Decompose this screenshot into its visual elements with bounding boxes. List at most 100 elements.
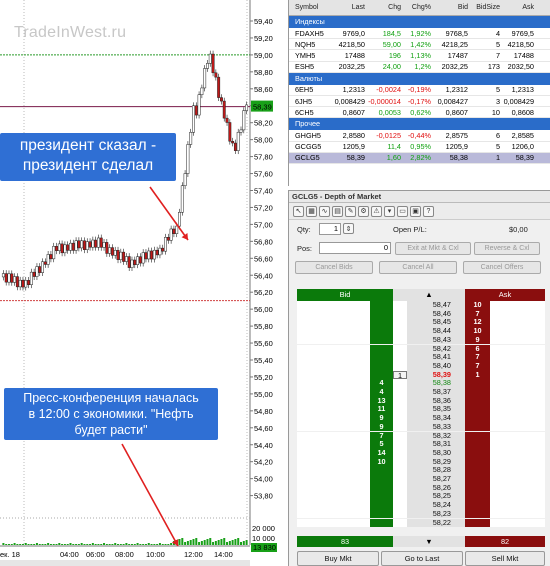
ask-order-cell[interactable] — [490, 344, 545, 354]
bid-order-cell[interactable] — [297, 457, 370, 467]
bid-size-cell[interactable] — [370, 327, 393, 336]
bid-size-cell[interactable] — [370, 475, 393, 484]
col-header-bidsize[interactable]: BidSize — [468, 4, 500, 11]
last-size-cell[interactable] — [393, 466, 407, 475]
last-size-cell[interactable] — [393, 440, 407, 449]
bid-order-cell[interactable] — [297, 379, 370, 388]
qty-input[interactable]: 1 — [319, 223, 341, 235]
last-size-cell[interactable] — [393, 318, 407, 328]
ask-size-cell[interactable] — [465, 475, 490, 484]
qty-stepper-icon[interactable]: ⇕ — [343, 223, 354, 234]
ask-order-cell[interactable] — [490, 492, 545, 502]
bid-size-cell[interactable] — [370, 335, 393, 345]
last-size-cell[interactable] — [393, 457, 407, 467]
quote-row[interactable]: 6EH5 1,2313 -0,0024 -0,19% 1,2312 5 1,2313 — [289, 85, 550, 96]
bid-size-cell[interactable] — [370, 492, 393, 502]
ask-order-cell[interactable] — [490, 518, 545, 528]
col-header-symbol[interactable]: Symbol — [289, 4, 325, 11]
bid-size-cell[interactable] — [370, 301, 393, 310]
ask-order-cell[interactable] — [490, 327, 545, 336]
ask-order-cell[interactable] — [490, 466, 545, 475]
last-size-cell[interactable] — [393, 301, 407, 310]
bid-size-cell[interactable] — [370, 361, 393, 371]
price-scroll-down[interactable]: ▼ — [393, 536, 465, 547]
ask-size-cell[interactable] — [465, 457, 490, 467]
book-icon[interactable]: ▤ — [332, 205, 343, 217]
ladder-row[interactable]: 58,47 10 — [297, 300, 545, 310]
bid-order-cell[interactable] — [297, 405, 370, 415]
last-size-cell[interactable] — [393, 509, 407, 519]
bid-order-cell[interactable] — [297, 518, 370, 528]
price-chart-panel[interactable]: 59,4059,2059,0058,8058,6058,4058,2058,00… — [0, 0, 280, 566]
bid-order-cell[interactable] — [297, 318, 370, 328]
ladder-row[interactable]: 11 58,35 — [297, 405, 545, 415]
buy-mkt-button[interactable]: Buy Mkt — [297, 551, 379, 566]
go-to-last-button[interactable]: Go to Last — [381, 551, 463, 566]
grid-icon[interactable]: ▦ — [306, 205, 317, 217]
ask-size-cell[interactable] — [465, 518, 490, 528]
bid-order-cell[interactable] — [297, 353, 370, 362]
bid-order-cell[interactable] — [297, 301, 370, 310]
last-size-cell[interactable] — [393, 475, 407, 484]
price-ladder[interactable]: 58,47 10 58,46 7 58,45 12 58,44 10 58,43 9 58,42 6 5… — [297, 300, 545, 535]
bid-order-cell[interactable] — [297, 466, 370, 475]
ask-size-cell[interactable] — [465, 422, 490, 432]
bid-size-cell[interactable] — [370, 318, 393, 328]
ask-size-cell[interactable] — [465, 492, 490, 502]
bid-size-cell[interactable] — [370, 309, 393, 319]
bid-order-cell[interactable] — [297, 509, 370, 519]
ask-size-cell[interactable] — [465, 509, 490, 519]
reverse-button[interactable]: Reverse & Cxl — [474, 242, 540, 255]
ask-size-cell[interactable] — [465, 466, 490, 475]
bid-size-cell[interactable] — [370, 466, 393, 475]
last-size-cell[interactable] — [393, 448, 407, 458]
bid-order-cell[interactable] — [297, 361, 370, 371]
ask-order-cell[interactable] — [490, 370, 545, 380]
last-size-cell[interactable] — [393, 422, 407, 432]
last-size-cell[interactable] — [393, 388, 407, 397]
exit-at-mkt-button[interactable]: Exit at Mkt & Cxl — [395, 242, 471, 255]
quote-row[interactable]: FDAXH5 9769,0 184,5 1,92% 9768,5 4 9769,5 — [289, 28, 550, 40]
quote-row[interactable]: ESH5 2032,25 24,00 1,2% 2032,25 173 2032,50 — [289, 62, 550, 73]
quote-board[interactable]: Symbol Last Chg Chg% Bid BidSize Ask Инд… — [288, 0, 550, 186]
ask-size-cell[interactable]: 1 — [465, 370, 490, 380]
quote-row[interactable]: 6JH5 0,008429 -0,000014 -0,17% 0,008427 3 0,00… — [289, 96, 550, 108]
quote-row[interactable]: GCGG5 1205,9 11,4 0,95% 1205,9 5 1206,0 — [289, 142, 550, 153]
help-icon[interactable]: ? — [423, 205, 434, 217]
bid-order-cell[interactable] — [297, 344, 370, 354]
ask-order-cell[interactable] — [490, 301, 545, 310]
col-header-bid[interactable]: Bid — [431, 4, 468, 11]
last-size-cell[interactable] — [393, 309, 407, 319]
ladder-row[interactable]: 58,26 — [297, 483, 545, 493]
bid-size-cell[interactable] — [370, 501, 393, 510]
chart-icon[interactable]: ∿ — [319, 205, 330, 217]
bid-size-cell[interactable] — [370, 483, 393, 493]
ask-order-cell[interactable] — [490, 509, 545, 519]
ask-order-cell[interactable] — [490, 396, 545, 406]
last-size-cell[interactable]: 1 — [393, 370, 407, 379]
ask-size-cell[interactable] — [465, 396, 490, 406]
sell-mkt-button[interactable]: Sell Mkt — [465, 551, 545, 566]
layout-icon[interactable]: ▣ — [410, 205, 421, 217]
ladder-row[interactable]: 58,42 6 — [297, 344, 545, 354]
ladder-row[interactable]: 9 58,33 — [297, 422, 545, 432]
bid-size-cell[interactable]: 10 — [370, 457, 393, 467]
ask-order-cell[interactable] — [490, 422, 545, 432]
ask-size-cell[interactable] — [465, 448, 490, 458]
ladder-row[interactable]: 58,22 — [297, 518, 545, 528]
ladder-row[interactable]: 1 58,39 1 — [297, 370, 545, 380]
last-size-cell[interactable] — [393, 353, 407, 362]
ask-order-cell[interactable] — [490, 309, 545, 319]
last-size-cell[interactable] — [393, 335, 407, 345]
ladder-row[interactable]: 5 58,31 — [297, 439, 545, 449]
ladder-row[interactable]: 7 58,32 — [297, 431, 545, 441]
ladder-row[interactable]: 58,46 7 — [297, 309, 545, 319]
bid-size-cell[interactable] — [370, 353, 393, 362]
bid-order-cell[interactable] — [297, 388, 370, 397]
ask-order-cell[interactable] — [490, 405, 545, 415]
quote-row[interactable]: GHGH5 2,8580 -0,0125 -0,44% 2,8575 6 2,8585 — [289, 130, 550, 142]
ask-order-cell[interactable] — [490, 379, 545, 388]
ask-order-cell[interactable] — [490, 501, 545, 510]
bid-order-cell[interactable] — [297, 309, 370, 319]
quote-row[interactable]: 6CH5 0,8607 0,0053 0,62% 0,8607 10 0,8608 — [289, 107, 550, 119]
